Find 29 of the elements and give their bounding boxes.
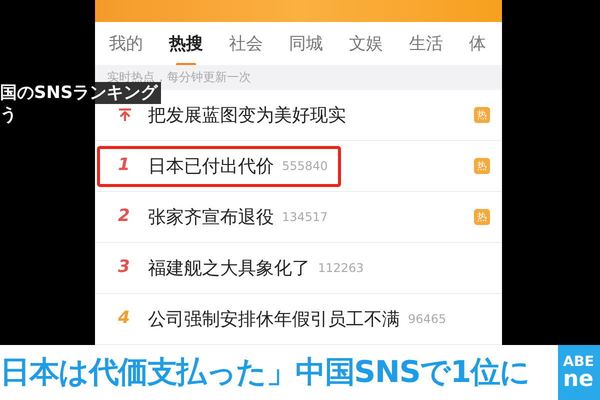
tab[interactable]: 生活	[409, 32, 443, 58]
logo-text: ABE	[563, 354, 596, 368]
pin-top-icon	[118, 108, 132, 122]
topic-title[interactable]: 公司强制安排休年假引员工不满	[148, 306, 400, 332]
rank-number: 4	[118, 307, 131, 330]
rank-number: 1	[118, 154, 131, 178]
overlay-caption: 国のSNSランキング	[0, 82, 161, 104]
topic-title[interactable]: 张家齐宣布退役	[148, 204, 274, 230]
logo-text: ne	[563, 368, 595, 390]
hot-badge: 热	[474, 158, 490, 174]
tab[interactable]: 同城	[289, 32, 323, 58]
notice-text: 实时热点，每分钟更新一次	[107, 69, 251, 84]
topic-title[interactable]: 日本已付出代价	[148, 152, 274, 180]
heat-count: 112263	[318, 260, 364, 277]
topic-title[interactable]: 福建舰之大具象化了	[148, 254, 310, 282]
heat-count: 96465	[408, 311, 446, 328]
tab[interactable]: 我的	[109, 32, 143, 58]
heat-count: 134517	[282, 209, 328, 226]
heat-count: 555840	[282, 158, 328, 175]
tab[interactable]: 文娱	[349, 32, 383, 58]
tab[interactable]: 社会	[229, 32, 263, 58]
hot-badge: 热	[474, 209, 490, 225]
rank-number: 3	[118, 256, 131, 280]
hot-badge: 热	[474, 107, 490, 123]
rank-number: 2	[118, 205, 131, 228]
tab[interactable]: 体	[469, 32, 486, 58]
tab[interactable]: 热搜	[169, 32, 203, 65]
topic-title[interactable]: 把发展蓝图变为美好现实	[148, 102, 346, 128]
headline: 日本は代価支払った」中国SNSで1位に	[0, 354, 530, 392]
